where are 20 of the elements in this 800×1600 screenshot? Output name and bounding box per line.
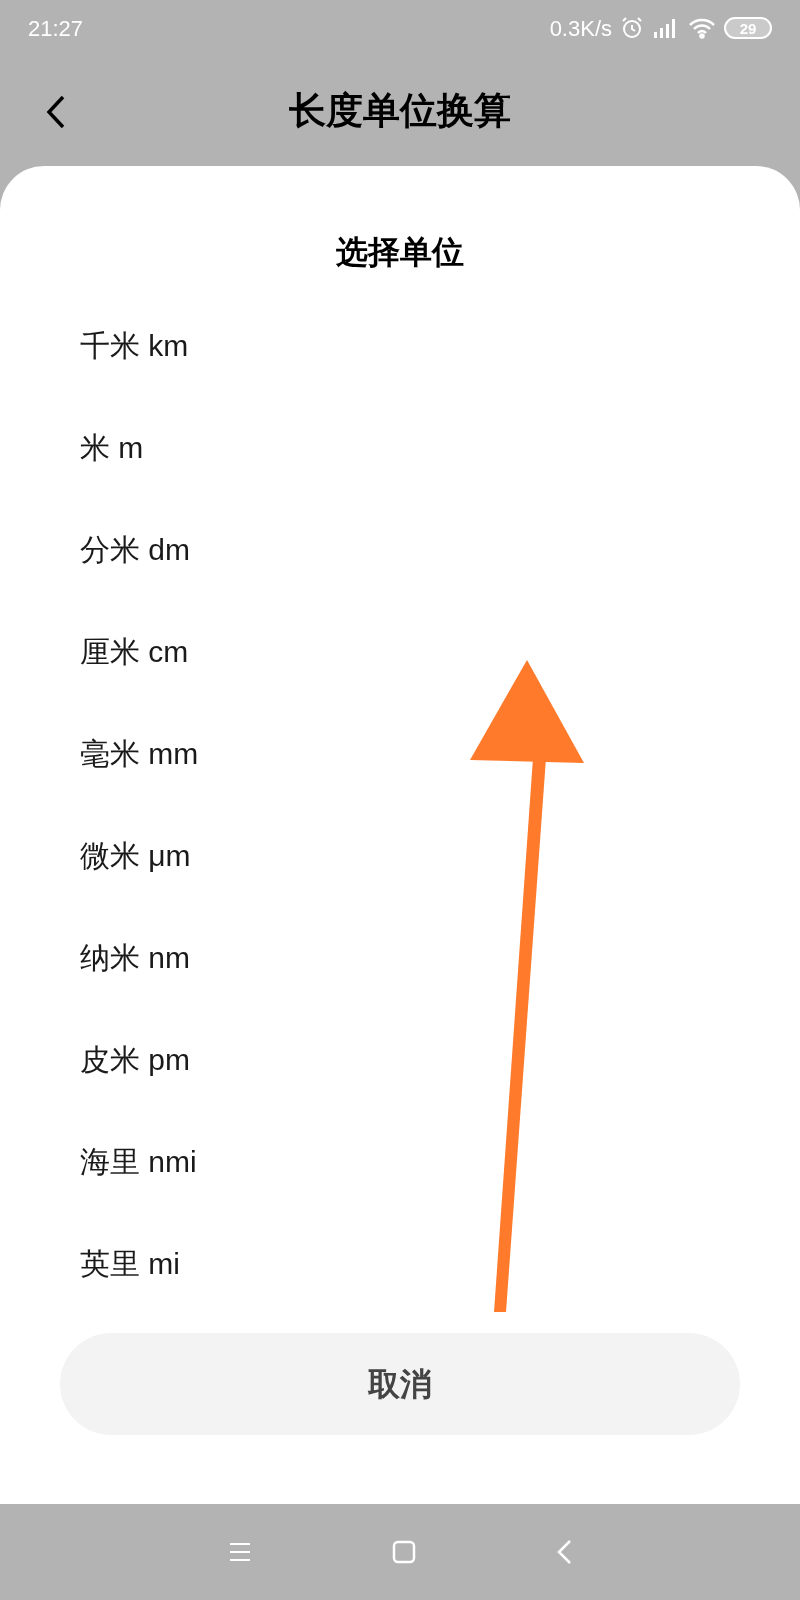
unit-option[interactable]: 皮米 pm — [0, 1008, 800, 1110]
home-icon[interactable] — [392, 1540, 416, 1564]
unit-option[interactable]: 厘米 cm — [0, 600, 800, 702]
back-nav-icon[interactable] — [556, 1539, 572, 1565]
unit-option[interactable]: 毫米 mm — [0, 702, 800, 804]
unit-option[interactable]: 海里 nmi — [0, 1110, 800, 1212]
status-time: 21:27 — [28, 14, 84, 43]
menu-icon[interactable] — [228, 1541, 252, 1563]
page-title: 长度单位换算 — [289, 89, 511, 134]
network-speed: 0.3K/s — [549, 14, 612, 43]
unit-option[interactable]: 英里 mi — [0, 1212, 800, 1301]
unit-option[interactable]: 千米 km — [0, 294, 800, 396]
cancel-button[interactable]: 取消 — [60, 1333, 740, 1435]
unit-option[interactable]: 纳米 nm — [0, 906, 800, 1008]
unit-option[interactable]: 米 m — [0, 396, 800, 498]
wifi-icon — [688, 17, 716, 39]
unit-option[interactable]: 微米 μm — [0, 804, 800, 906]
unit-option[interactable]: 分米 dm — [0, 498, 800, 600]
alarm-icon — [620, 16, 644, 40]
sheet-title: 选择单位 — [335, 233, 465, 272]
